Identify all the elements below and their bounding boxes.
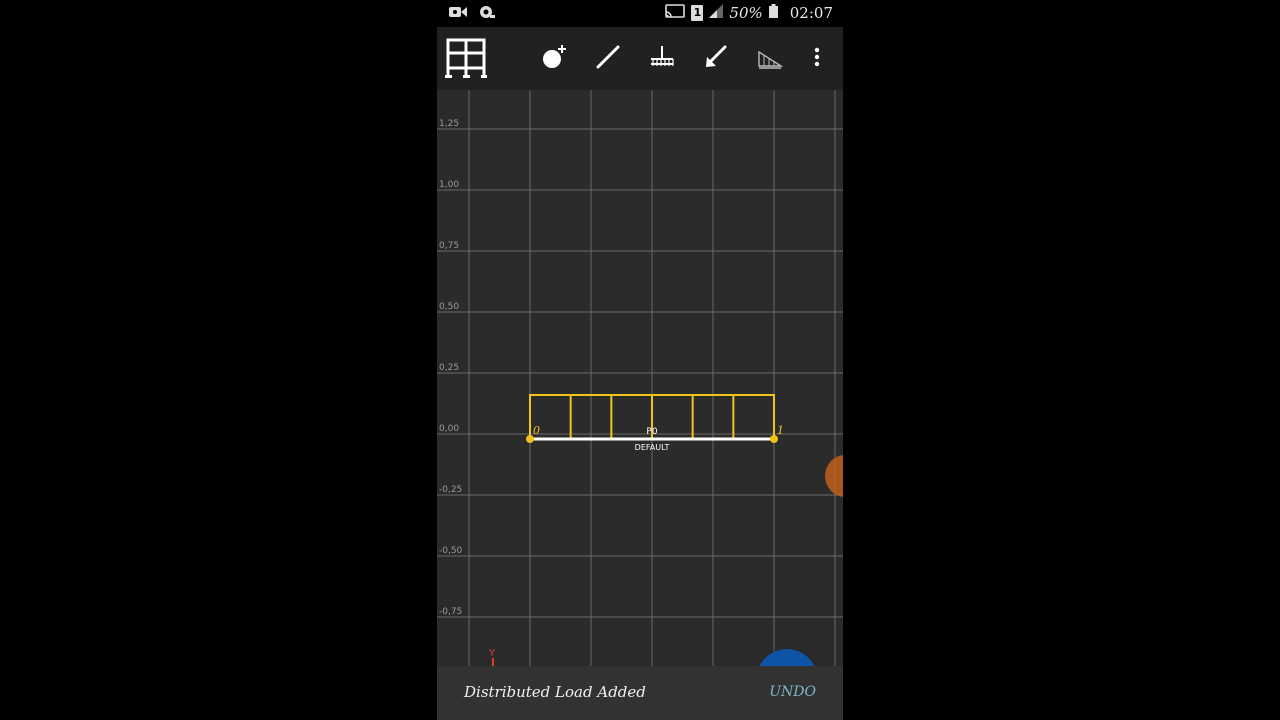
cast-icon <box>665 4 686 22</box>
node-label: 0 <box>533 424 540 437</box>
structure-canvas[interactable]: 1,501,251,000,750,500,250,00-0,25-0,50-0… <box>437 58 843 711</box>
point-load-icon[interactable] <box>698 39 734 75</box>
support-icon[interactable] <box>644 39 680 75</box>
y-axis-tick-label: 1,00 <box>439 180 459 190</box>
add-member-icon[interactable] <box>590 39 626 75</box>
battery-percent: 50% <box>729 4 763 22</box>
sim-icon: 1 <box>691 5 704 21</box>
phone-screen: 1 50% 02:07 1,25 1,00 0,75 0,50 0,25 0,0… <box>437 0 843 720</box>
snackbar: Distributed Load Added UNDO <box>437 666 843 720</box>
overflow-menu-icon[interactable] <box>799 39 835 75</box>
add-node-icon[interactable] <box>536 39 572 75</box>
y-axis-tick-label: 1,25 <box>439 119 459 129</box>
screen-recorder-icon <box>479 5 495 23</box>
node-label: 1 <box>777 424 784 437</box>
undo-button[interactable]: UNDO <box>769 684 816 700</box>
y-axis-label: Y <box>488 648 496 659</box>
distributed-load-icon[interactable] <box>752 39 788 75</box>
structure-icon[interactable] <box>445 36 487 78</box>
y-axis-tick-label: 0,75 <box>439 241 459 251</box>
signal-icon <box>709 4 724 22</box>
y-axis-tick-label: 0,25 <box>439 363 459 373</box>
clock: 02:07 <box>789 4 833 22</box>
y-axis-tick-label: -0,25 <box>439 485 462 495</box>
y-axis-tick-label: -0,75 <box>439 607 462 617</box>
section-label: DEFAULT <box>635 443 670 452</box>
snackbar-message: Distributed Load Added <box>464 683 646 701</box>
battery-icon <box>768 4 778 22</box>
video-camera-icon <box>449 5 467 23</box>
grid-svg: 1,501,251,000,750,500,250,00-0,25-0,50-0… <box>437 58 843 666</box>
member-label: P0 <box>646 427 657 437</box>
y-axis-tick-label: 0,50 <box>439 302 459 312</box>
y-axis-tick-label: -0,50 <box>439 546 463 556</box>
y-axis-tick-label: 0,00 <box>439 424 459 434</box>
app-toolbar <box>437 27 843 90</box>
status-bar: 1 50% 02:07 <box>437 0 843 27</box>
